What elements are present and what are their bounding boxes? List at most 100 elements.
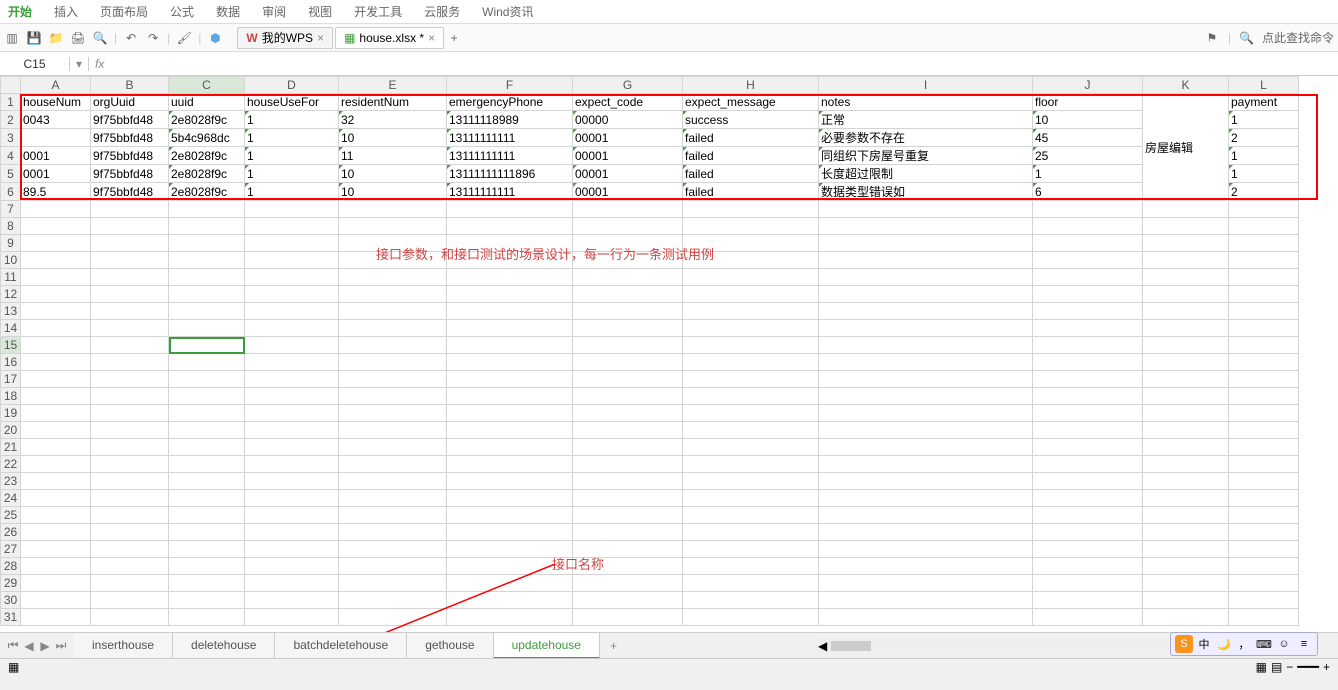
empty-cell[interactable] bbox=[339, 558, 447, 575]
empty-cell[interactable] bbox=[447, 422, 573, 439]
row-header[interactable]: 3 bbox=[1, 129, 21, 147]
empty-cell[interactable] bbox=[91, 252, 169, 269]
empty-cell[interactable] bbox=[683, 320, 819, 337]
empty-cell[interactable] bbox=[1143, 405, 1229, 422]
empty-cell[interactable] bbox=[683, 592, 819, 609]
empty-cell[interactable] bbox=[339, 320, 447, 337]
dropdown-icon[interactable]: ▾ bbox=[76, 57, 82, 71]
empty-cell[interactable] bbox=[245, 558, 339, 575]
empty-cell[interactable] bbox=[447, 201, 573, 218]
col-header-J[interactable]: J bbox=[1033, 77, 1143, 94]
data-cell[interactable]: 1 bbox=[245, 165, 339, 183]
empty-cell[interactable] bbox=[91, 286, 169, 303]
header-cell[interactable]: orgUuid bbox=[91, 94, 169, 111]
empty-cell[interactable] bbox=[339, 507, 447, 524]
data-cell[interactable]: 1 bbox=[1229, 165, 1299, 183]
data-cell[interactable]: failed bbox=[683, 183, 819, 201]
empty-cell[interactable] bbox=[573, 371, 683, 388]
empty-cell[interactable] bbox=[245, 371, 339, 388]
empty-cell[interactable] bbox=[169, 337, 245, 354]
empty-cell[interactable] bbox=[1229, 456, 1299, 473]
empty-cell[interactable] bbox=[1033, 575, 1143, 592]
empty-cell[interactable] bbox=[91, 303, 169, 320]
empty-cell[interactable] bbox=[91, 439, 169, 456]
empty-cell[interactable] bbox=[447, 218, 573, 235]
empty-cell[interactable] bbox=[819, 201, 1033, 218]
data-cell[interactable]: 正常 bbox=[819, 111, 1033, 129]
empty-cell[interactable] bbox=[245, 439, 339, 456]
empty-cell[interactable] bbox=[91, 405, 169, 422]
sheet-tab-batchdeletehouse[interactable]: batchdeletehouse bbox=[275, 633, 407, 659]
empty-cell[interactable] bbox=[339, 490, 447, 507]
empty-cell[interactable] bbox=[1229, 422, 1299, 439]
empty-cell[interactable] bbox=[1229, 507, 1299, 524]
empty-cell[interactable] bbox=[1229, 286, 1299, 303]
empty-cell[interactable] bbox=[339, 354, 447, 371]
empty-cell[interactable] bbox=[1033, 303, 1143, 320]
empty-cell[interactable] bbox=[169, 235, 245, 252]
empty-cell[interactable] bbox=[819, 524, 1033, 541]
empty-cell[interactable] bbox=[169, 558, 245, 575]
data-cell[interactable]: 25 bbox=[1033, 147, 1143, 165]
formula-input[interactable] bbox=[110, 57, 1338, 71]
data-cell[interactable]: 9f75bbfd48 bbox=[91, 147, 169, 165]
empty-cell[interactable] bbox=[1229, 592, 1299, 609]
data-cell[interactable]: 0043 bbox=[21, 111, 91, 129]
empty-cell[interactable] bbox=[1229, 337, 1299, 354]
col-header-C[interactable]: C bbox=[169, 77, 245, 94]
data-cell[interactable]: 2e8028f9c bbox=[169, 147, 245, 165]
empty-cell[interactable] bbox=[447, 320, 573, 337]
scroll-left-icon[interactable]: ◀ bbox=[818, 639, 827, 653]
header-cell[interactable]: notes bbox=[819, 94, 1033, 111]
status-icon[interactable]: ▦ bbox=[8, 660, 19, 674]
data-cell[interactable]: 2 bbox=[1229, 183, 1299, 201]
empty-cell[interactable] bbox=[169, 371, 245, 388]
grid[interactable]: ABCDEFGHIJKL1houseNumorgUuiduuidhouseUse… bbox=[0, 76, 1299, 626]
empty-cell[interactable] bbox=[169, 218, 245, 235]
data-cell[interactable]: 9f75bbfd48 bbox=[91, 165, 169, 183]
empty-cell[interactable] bbox=[1143, 303, 1229, 320]
empty-cell[interactable] bbox=[339, 422, 447, 439]
empty-cell[interactable] bbox=[819, 371, 1033, 388]
data-cell[interactable]: 10 bbox=[339, 129, 447, 147]
menu-start[interactable]: 开始 bbox=[8, 3, 32, 20]
empty-cell[interactable] bbox=[683, 456, 819, 473]
empty-cell[interactable] bbox=[1033, 405, 1143, 422]
row-header[interactable]: 9 bbox=[1, 235, 21, 252]
empty-cell[interactable] bbox=[245, 201, 339, 218]
col-header-D[interactable]: D bbox=[245, 77, 339, 94]
empty-cell[interactable] bbox=[91, 354, 169, 371]
empty-cell[interactable] bbox=[339, 269, 447, 286]
empty-cell[interactable] bbox=[1229, 439, 1299, 456]
data-cell[interactable]: 9f75bbfd48 bbox=[91, 129, 169, 147]
ime-menu-icon[interactable]: ≡ bbox=[1295, 635, 1313, 653]
empty-cell[interactable] bbox=[819, 405, 1033, 422]
empty-cell[interactable] bbox=[1033, 473, 1143, 490]
empty-cell[interactable] bbox=[819, 337, 1033, 354]
empty-cell[interactable] bbox=[683, 490, 819, 507]
empty-cell[interactable] bbox=[1229, 609, 1299, 626]
data-cell[interactable]: 00001 bbox=[573, 165, 683, 183]
empty-cell[interactable] bbox=[245, 286, 339, 303]
menu-wind[interactable]: Wind资讯 bbox=[482, 3, 533, 20]
empty-cell[interactable] bbox=[21, 456, 91, 473]
empty-cell[interactable] bbox=[339, 371, 447, 388]
empty-cell[interactable] bbox=[573, 303, 683, 320]
empty-cell[interactable] bbox=[683, 405, 819, 422]
row-header[interactable]: 11 bbox=[1, 269, 21, 286]
empty-cell[interactable] bbox=[1033, 507, 1143, 524]
empty-cell[interactable] bbox=[91, 490, 169, 507]
add-sheet-icon[interactable]: + bbox=[600, 635, 627, 657]
empty-cell[interactable] bbox=[1143, 269, 1229, 286]
row-header[interactable]: 2 bbox=[1, 111, 21, 129]
empty-cell[interactable] bbox=[169, 201, 245, 218]
empty-cell[interactable] bbox=[683, 507, 819, 524]
row-header[interactable]: 31 bbox=[1, 609, 21, 626]
empty-cell[interactable] bbox=[1229, 252, 1299, 269]
empty-cell[interactable] bbox=[21, 405, 91, 422]
fx-icon[interactable]: fx bbox=[89, 57, 110, 71]
empty-cell[interactable] bbox=[339, 575, 447, 592]
row-header[interactable]: 21 bbox=[1, 439, 21, 456]
empty-cell[interactable] bbox=[1033, 252, 1143, 269]
empty-cell[interactable] bbox=[245, 388, 339, 405]
